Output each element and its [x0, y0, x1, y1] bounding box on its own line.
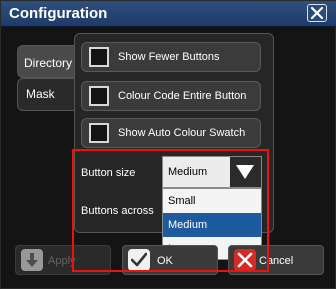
close-button[interactable] [307, 4, 327, 22]
highlight-annotation-box [72, 149, 269, 272]
apply-icon-box [21, 249, 43, 271]
close-icon [310, 6, 324, 20]
option-label: Show Auto Colour Swatch [118, 127, 246, 139]
tab-mask-label: Mask [26, 87, 55, 101]
checkbox[interactable] [89, 123, 109, 143]
tab-directory-label: Directory [24, 56, 73, 70]
option-show-fewer-buttons[interactable]: Show Fewer Buttons [81, 42, 261, 72]
option-label: Show Fewer Buttons [118, 51, 220, 63]
download-arrow-icon [26, 253, 38, 267]
tab-mask[interactable]: Mask [17, 78, 75, 111]
option-colour-code-entire-button[interactable]: Colour Code Entire Button [81, 81, 261, 111]
option-show-auto-colour-swatch[interactable]: Show Auto Colour Swatch [81, 118, 261, 148]
window-title: Configuration [9, 5, 108, 22]
checkbox[interactable] [89, 47, 109, 67]
title-bar: Configuration [1, 1, 336, 27]
option-label: Colour Code Entire Button [118, 90, 247, 102]
tab-directory[interactable]: Directory [17, 45, 75, 78]
configuration-window: Configuration Directory Mask Show Fewer … [0, 0, 336, 289]
checkbox[interactable] [89, 86, 109, 106]
